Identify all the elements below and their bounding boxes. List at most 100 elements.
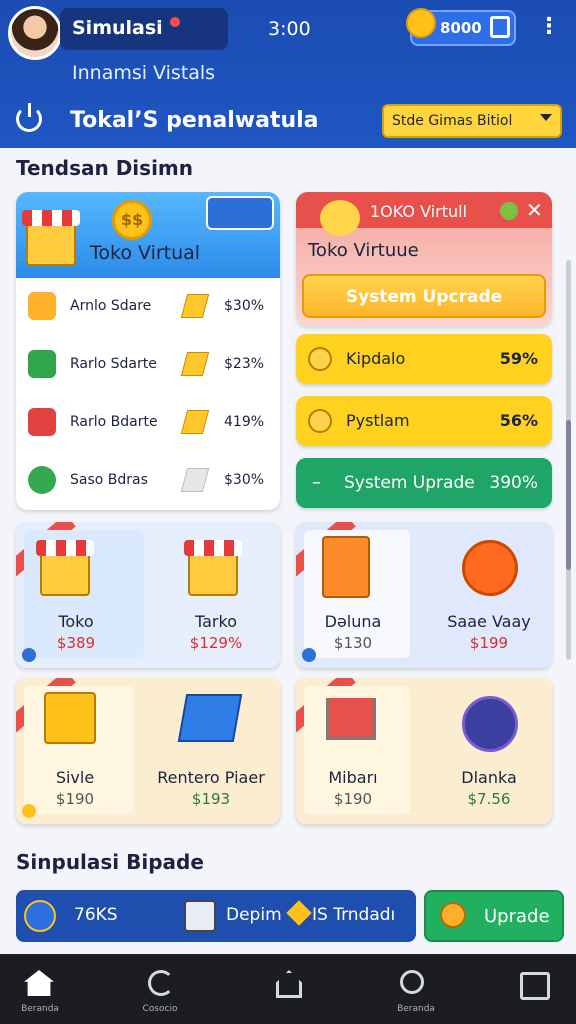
avatar[interactable]: [8, 6, 62, 60]
kebab-menu-icon[interactable]: ⋮: [538, 10, 560, 44]
dropdown-label: Stde Gimas Bitiol: [392, 113, 513, 129]
compass-icon: [24, 900, 56, 932]
bolt-icon: [180, 410, 210, 434]
stat-value: 390%: [489, 473, 538, 493]
settings-box-icon[interactable]: [206, 196, 274, 230]
rocket-icon: [462, 696, 518, 752]
coin-balance: 8000: [440, 19, 482, 37]
store-icon: [22, 210, 80, 266]
upgrade-card-subtitle: Toko Virtuue: [308, 240, 419, 261]
section-title-bottom: Sinpulasi Bipade: [16, 850, 204, 874]
product-name: Tarko: [195, 612, 237, 631]
wallet-icon[interactable]: [490, 16, 510, 38]
refresh-icon: [148, 970, 174, 996]
lightning-icon: [462, 540, 518, 596]
product-name: Mibarı: [328, 768, 378, 787]
info-dot-icon: [22, 804, 36, 818]
product-name: Dlanka: [461, 768, 517, 787]
list-item[interactable]: Rarlo Bdarte 419%: [16, 394, 280, 452]
product-name: Sivle: [55, 768, 95, 787]
house-outline-icon: [276, 970, 302, 998]
upgrade-card-header: 1OKO Virtull: [370, 202, 467, 221]
nav-menu[interactable]: [496, 954, 576, 1024]
coin-icon: $$: [112, 200, 152, 240]
list-item-label: Rarlo Bdarte: [70, 414, 158, 430]
upgrade-button[interactable]: Uprade: [424, 890, 564, 942]
notification-dot-icon: [170, 17, 180, 27]
system-upgrade-stat[interactable]: – System Uprade 390%: [296, 458, 552, 508]
coin-icon: [308, 409, 332, 433]
box-icon: [28, 408, 56, 436]
coin-icon: [406, 8, 436, 38]
nav-center[interactable]: [248, 954, 328, 1024]
list-item[interactable]: Rarlo Sdarte $23%: [16, 336, 280, 394]
info-dot-icon: [22, 648, 36, 662]
username: Simulasi: [72, 17, 163, 39]
crate-icon: [28, 350, 56, 378]
product-name: Saae Vaay: [447, 612, 531, 631]
list-item-label: Arnlo Sdare: [70, 298, 152, 314]
stat-row[interactable]: Kipdalo 59%: [296, 334, 552, 384]
product-price: $129%: [189, 634, 243, 652]
bolt-icon: [180, 352, 210, 376]
nav-search[interactable]: Beranda: [376, 954, 456, 1024]
list-item[interactable]: Arnlo Sdare $30%: [16, 278, 280, 336]
bar-right-label: IS Trndadı: [312, 905, 396, 925]
section-title-top: Tendsan Disimn: [16, 156, 194, 180]
nav-label: Cosocio: [142, 1004, 178, 1014]
clock: 3:00: [268, 18, 311, 40]
product-price: $199: [469, 634, 509, 652]
clip-icon: [180, 468, 210, 492]
container-icon: [177, 694, 243, 742]
shop-icon: [36, 540, 94, 596]
chevron-down-icon: [540, 114, 552, 121]
nav-label: Beranda: [21, 1004, 59, 1014]
product-card[interactable]: Dəluna $130 Saae Vaay $199: [296, 522, 552, 668]
store-card[interactable]: $$ Toko Virtual Arnlo Sdare $30% Rarlo S…: [16, 192, 280, 510]
simulation-bar[interactable]: 76KS Depim IS Trndadı: [16, 890, 416, 942]
stat-value: 56%: [499, 411, 538, 430]
crate-icon: [44, 692, 96, 744]
store-card-title: Toko Virtual: [90, 242, 201, 264]
bar-mid-label: Depim: [226, 905, 282, 925]
shopping-cart-icon: [326, 698, 376, 740]
list-item[interactable]: Saso Bdras $30%: [16, 452, 280, 510]
system-upgrade-label: System Upcrade: [345, 287, 503, 307]
fire-icon: [308, 347, 332, 371]
list-item-value: $30%: [224, 298, 265, 314]
menu-icon: [520, 972, 550, 1000]
product-card[interactable]: Toko $389 Tarko $129%: [16, 522, 280, 668]
minus-icon: –: [312, 472, 321, 493]
close-icon[interactable]: ✕: [526, 198, 543, 222]
document-icon: [184, 900, 216, 932]
list-item-value: $30%: [224, 472, 265, 488]
product-card[interactable]: Mibarı $190 Dlanka $7.56: [296, 678, 552, 824]
list-item-label: Rarlo Sdarte: [70, 356, 157, 372]
shop-icon: [184, 540, 242, 596]
info-dot-icon: [302, 648, 316, 662]
stat-row[interactable]: Pystlam 56%: [296, 396, 552, 446]
power-icon-line: [28, 103, 31, 117]
stat-label: Kipdalo: [346, 349, 406, 368]
stat-label: System Uprade: [344, 473, 475, 493]
bolt-icon: [180, 294, 210, 318]
product-name: Rentero Piaer: [157, 768, 265, 787]
stat-value: 59%: [499, 349, 538, 368]
product-name: Dəluna: [324, 612, 382, 631]
search-icon: [400, 970, 424, 994]
list-item-value: 419%: [224, 414, 265, 430]
page-title: Tokal’S penalwatula: [70, 108, 319, 133]
scrollbar-thumb[interactable]: [566, 420, 571, 570]
upgrade-card[interactable]: 1OKO Virtull ✕ Toko Virtuue System Upcra…: [296, 192, 552, 326]
list-item-label: Saso Bdras: [70, 472, 148, 488]
home-icon: [24, 970, 54, 996]
package-icon: [28, 292, 56, 320]
product-price: $193: [191, 790, 231, 808]
list-item-value: $23%: [224, 356, 265, 372]
product-card[interactable]: Sivle $190 Rentero Piaer $193: [16, 678, 280, 824]
nav-activity[interactable]: Cosocio: [120, 954, 200, 1024]
bar-value: 76KS: [74, 905, 118, 925]
stat-label: Pystlam: [346, 411, 410, 430]
building-icon: [322, 536, 370, 598]
nav-home[interactable]: Beranda: [0, 954, 80, 1024]
